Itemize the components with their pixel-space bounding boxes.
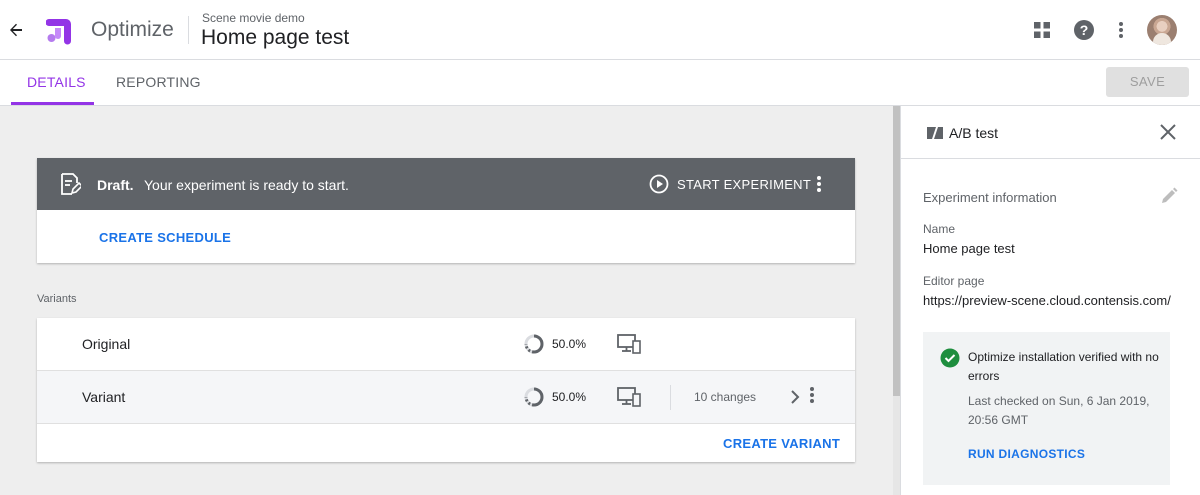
create-schedule-button[interactable]: CREATE SCHEDULE bbox=[99, 230, 231, 245]
header-divider bbox=[188, 16, 189, 44]
editor-page-value: https://preview-scene.cloud.contensis.co… bbox=[923, 293, 1171, 308]
name-label: Name bbox=[923, 222, 956, 236]
start-experiment-label: START EXPERIMENT bbox=[677, 176, 812, 192]
product-name: Optimize bbox=[91, 18, 174, 41]
variant-weight: 50.0% bbox=[552, 337, 587, 351]
experiment-info-heading: Experiment information bbox=[923, 190, 1057, 205]
draft-more-vert-icon[interactable] bbox=[807, 172, 831, 196]
edit-pencil-icon[interactable] bbox=[1159, 186, 1179, 211]
experience-title: Home page test bbox=[201, 26, 350, 49]
variant-name: Variant bbox=[82, 389, 126, 405]
draft-label: Draft. bbox=[97, 177, 134, 193]
variants-heading: Variants bbox=[37, 293, 77, 305]
draft-document-icon bbox=[59, 172, 84, 201]
installation-verified-text: Optimize installation verified with no e… bbox=[968, 350, 1159, 383]
panel-header: A/B test bbox=[901, 106, 1200, 159]
variants-card: Original 50.0% Variant 50.0% 10 changes bbox=[37, 318, 855, 462]
chevron-right-icon[interactable] bbox=[785, 387, 805, 412]
check-circle-icon bbox=[940, 348, 960, 373]
weight-donut-icon[interactable] bbox=[523, 333, 545, 360]
more-vert-icon[interactable] bbox=[1109, 18, 1133, 42]
variant-row-divider bbox=[670, 385, 671, 410]
play-circle-icon bbox=[649, 174, 669, 194]
draft-card: Draft. Your experiment is ready to start… bbox=[37, 158, 855, 263]
optimize-logo-icon bbox=[45, 15, 74, 45]
container-name[interactable]: Scene movie demo bbox=[202, 11, 305, 25]
tab-reporting[interactable]: REPORTING bbox=[100, 60, 217, 105]
save-button[interactable]: SAVE bbox=[1106, 67, 1189, 97]
start-experiment-button[interactable]: START EXPERIMENT bbox=[649, 174, 811, 194]
run-diagnostics-button[interactable]: RUN DIAGNOSTICS bbox=[968, 447, 1085, 461]
main-scrollbar-thumb[interactable] bbox=[893, 106, 900, 396]
svg-text:?: ? bbox=[1080, 22, 1089, 38]
panel-title: A/B test bbox=[949, 125, 999, 141]
variant-row-variant[interactable]: Variant 50.0% 10 changes bbox=[37, 371, 855, 424]
active-tab-indicator bbox=[11, 102, 94, 105]
ab-test-icon bbox=[927, 126, 943, 144]
close-icon[interactable] bbox=[1157, 121, 1179, 148]
avatar[interactable] bbox=[1147, 15, 1177, 45]
variant-weight: 50.0% bbox=[552, 390, 587, 404]
app-header: Optimize Scene movie demo Home page test… bbox=[0, 0, 1200, 60]
main-content: Draft. Your experiment is ready to start… bbox=[0, 106, 893, 495]
apps-grid-icon[interactable] bbox=[1030, 18, 1054, 42]
draft-status-bar: Draft. Your experiment is ready to start… bbox=[37, 158, 855, 210]
variant-changes-count[interactable]: 10 changes bbox=[694, 390, 756, 404]
help-icon[interactable]: ? bbox=[1072, 18, 1096, 42]
installation-status-box: Optimize installation verified with no e… bbox=[923, 332, 1170, 485]
variant-row-original[interactable]: Original 50.0% bbox=[37, 318, 855, 371]
weight-donut-icon[interactable] bbox=[523, 386, 545, 413]
tab-bar: DETAILS REPORTING SAVE bbox=[0, 60, 1200, 106]
devices-icon[interactable] bbox=[617, 333, 641, 360]
tab-details[interactable]: DETAILS bbox=[11, 60, 102, 105]
editor-page-label: Editor page bbox=[923, 274, 985, 288]
draft-message: Your experiment is ready to start. bbox=[144, 177, 349, 193]
details-panel: A/B test Experiment information Name Hom… bbox=[900, 106, 1200, 495]
variant-name: Original bbox=[82, 336, 131, 352]
devices-icon[interactable] bbox=[617, 386, 641, 413]
variant-more-vert-icon[interactable] bbox=[809, 386, 815, 409]
last-checked-text: Last checked on Sun, 6 Jan 2019, 20:56 G… bbox=[968, 394, 1150, 427]
name-value: Home page test bbox=[923, 241, 1015, 256]
create-variant-button[interactable]: CREATE VARIANT bbox=[723, 436, 840, 451]
back-arrow-icon[interactable] bbox=[4, 18, 28, 42]
